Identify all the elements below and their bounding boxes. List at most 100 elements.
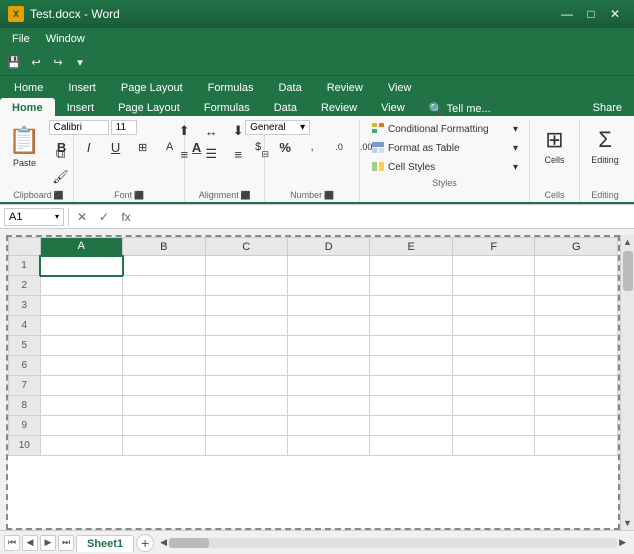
table-row: 6: [9, 356, 618, 376]
title-bar: X Test.docx - Word — □ ✕: [0, 0, 634, 28]
cell-b1[interactable]: [123, 256, 205, 276]
row-num-5: 5: [9, 336, 41, 356]
table-row: 3: [9, 296, 618, 316]
formula-bar-separator: [68, 208, 69, 226]
number-format-select[interactable]: General▾: [245, 120, 310, 135]
add-sheet-button[interactable]: +: [136, 534, 154, 552]
cell-c1[interactable]: [205, 256, 287, 276]
sheet-tab-sheet1[interactable]: Sheet1: [76, 535, 134, 552]
h-scroll-left-button[interactable]: ◀: [160, 537, 167, 548]
cells-label: Cells: [544, 155, 564, 165]
format-table-arrow: ▾: [513, 143, 518, 154]
tab-data[interactable]: Data: [266, 78, 313, 98]
close-button[interactable]: ✕: [604, 5, 626, 23]
col-header-b[interactable]: B: [123, 238, 205, 256]
menu-window[interactable]: Window: [38, 31, 93, 47]
window-title: Test.docx - Word: [30, 7, 120, 21]
cell-e1[interactable]: [370, 256, 452, 276]
scroll-thumb-vertical[interactable]: [623, 251, 633, 291]
undo-button-qa[interactable]: ↩: [26, 53, 46, 73]
italic-button[interactable]: I: [76, 136, 102, 158]
scroll-down-button[interactable]: ▼: [621, 516, 634, 530]
scroll-up-button[interactable]: ▲: [621, 235, 634, 249]
conditional-formatting-button[interactable]: Conditional Formatting ▾: [366, 120, 523, 138]
cell-styles-button[interactable]: Cell Styles ▾: [366, 158, 523, 176]
center-align-button[interactable]: ☰: [198, 143, 224, 165]
table-row: 4: [9, 316, 618, 336]
cell-d1[interactable]: [287, 256, 369, 276]
font-group: Calibri 11 B I U ⊞ A A: [74, 120, 185, 202]
enter-formula-button[interactable]: ✓: [95, 208, 113, 226]
tab-home[interactable]: Home: [2, 78, 55, 98]
ribbon-content: 📋 Paste ✂ ⧉ 🖌 Clipboard ⬛: [0, 116, 634, 204]
styles-label: Styles: [366, 176, 523, 190]
top-align-button[interactable]: ⬆: [171, 120, 197, 142]
tab-formulas[interactable]: Formulas: [196, 78, 266, 98]
paste-button[interactable]: 📋 Paste: [4, 120, 46, 172]
formula-input[interactable]: [139, 211, 630, 223]
percent-button[interactable]: %: [272, 136, 298, 158]
cell-g1[interactable]: [535, 256, 618, 276]
cell-f1[interactable]: [452, 256, 534, 276]
left-align-button[interactable]: ≡: [171, 143, 197, 165]
tab-view[interactable]: View: [376, 78, 424, 98]
alignment-expand-icon[interactable]: ⬛: [241, 191, 251, 200]
paste-label: Paste: [13, 158, 36, 168]
col-header-c[interactable]: C: [205, 238, 287, 256]
cells-button[interactable]: ⊞ Cells: [529, 120, 581, 172]
sheet-nav-prev[interactable]: ◀: [22, 535, 38, 551]
number-label: Number ⬛: [271, 188, 353, 202]
col-header-e[interactable]: E: [370, 238, 452, 256]
tab-insert[interactable]: Insert: [56, 78, 108, 98]
col-header-g[interactable]: G: [535, 238, 618, 256]
number-expand-icon[interactable]: ⬛: [324, 191, 334, 200]
editing-group-label: Editing: [586, 188, 624, 202]
tab-review[interactable]: Review: [315, 78, 375, 98]
save-button-qa[interactable]: 💾: [4, 53, 24, 73]
font-family-select[interactable]: Calibri: [49, 120, 109, 135]
col-header-a[interactable]: A: [40, 238, 122, 256]
horizontal-scroll-thumb[interactable]: [169, 538, 209, 548]
menu-file[interactable]: File: [4, 31, 38, 47]
clipboard-expand-icon[interactable]: ⬛: [54, 191, 64, 200]
format-table-button[interactable]: Format as Table ▾: [366, 139, 523, 157]
redo-button-qa[interactable]: ↪: [48, 53, 68, 73]
sheet-nav-first[interactable]: ⏮: [4, 535, 20, 551]
decrease-decimal-button[interactable]: .0: [326, 136, 352, 158]
editing-group-content: Σ Editing: [581, 120, 629, 188]
horizontal-scroll-track[interactable]: [169, 538, 617, 548]
font-expand-icon[interactable]: ⬛: [134, 191, 144, 200]
row-num-6: 6: [9, 356, 41, 376]
cell-a2[interactable]: [40, 276, 122, 296]
sheet-nav-last[interactable]: ⏭: [58, 535, 74, 551]
col-header-d[interactable]: D: [287, 238, 369, 256]
currency-button[interactable]: $: [245, 136, 271, 158]
col-header-f[interactable]: F: [452, 238, 534, 256]
sheet-nav-next[interactable]: ▶: [40, 535, 56, 551]
maximize-button[interactable]: □: [580, 5, 602, 23]
cells-group-content: ⊞ Cells: [529, 120, 581, 188]
border-button[interactable]: ⊞: [130, 136, 156, 158]
function-button[interactable]: fx: [117, 208, 135, 226]
h-scroll-right-button[interactable]: ▶: [619, 537, 626, 548]
font-size-select[interactable]: 11: [111, 120, 137, 135]
name-box[interactable]: A1 ▾: [4, 208, 64, 226]
customize-qa-button[interactable]: ▾: [70, 53, 90, 73]
clipboard-label: Clipboard ⬛: [10, 188, 67, 202]
tab-page-layout[interactable]: Page Layout: [109, 78, 195, 98]
editing-icon: Σ: [598, 127, 612, 153]
alignment-label: Alignment ⬛: [191, 188, 258, 202]
table-row: 8: [9, 396, 618, 416]
underline-button[interactable]: U: [103, 136, 129, 158]
cell-a1[interactable]: [40, 256, 122, 276]
styles-group-content: Conditional Formatting ▾ Format as Table: [366, 120, 523, 176]
vertical-scrollbar: ▲ ▼: [620, 235, 634, 530]
editing-label: Editing: [591, 155, 619, 165]
bold-button[interactable]: B: [49, 136, 75, 158]
row-num-3: 3: [9, 296, 41, 316]
comma-button[interactable]: ,: [299, 136, 325, 158]
cancel-formula-button[interactable]: ✕: [73, 208, 91, 226]
minimize-button[interactable]: —: [556, 5, 578, 23]
editing-button[interactable]: Σ Editing: [581, 120, 629, 172]
middle-align-button[interactable]: ↔: [198, 120, 224, 142]
